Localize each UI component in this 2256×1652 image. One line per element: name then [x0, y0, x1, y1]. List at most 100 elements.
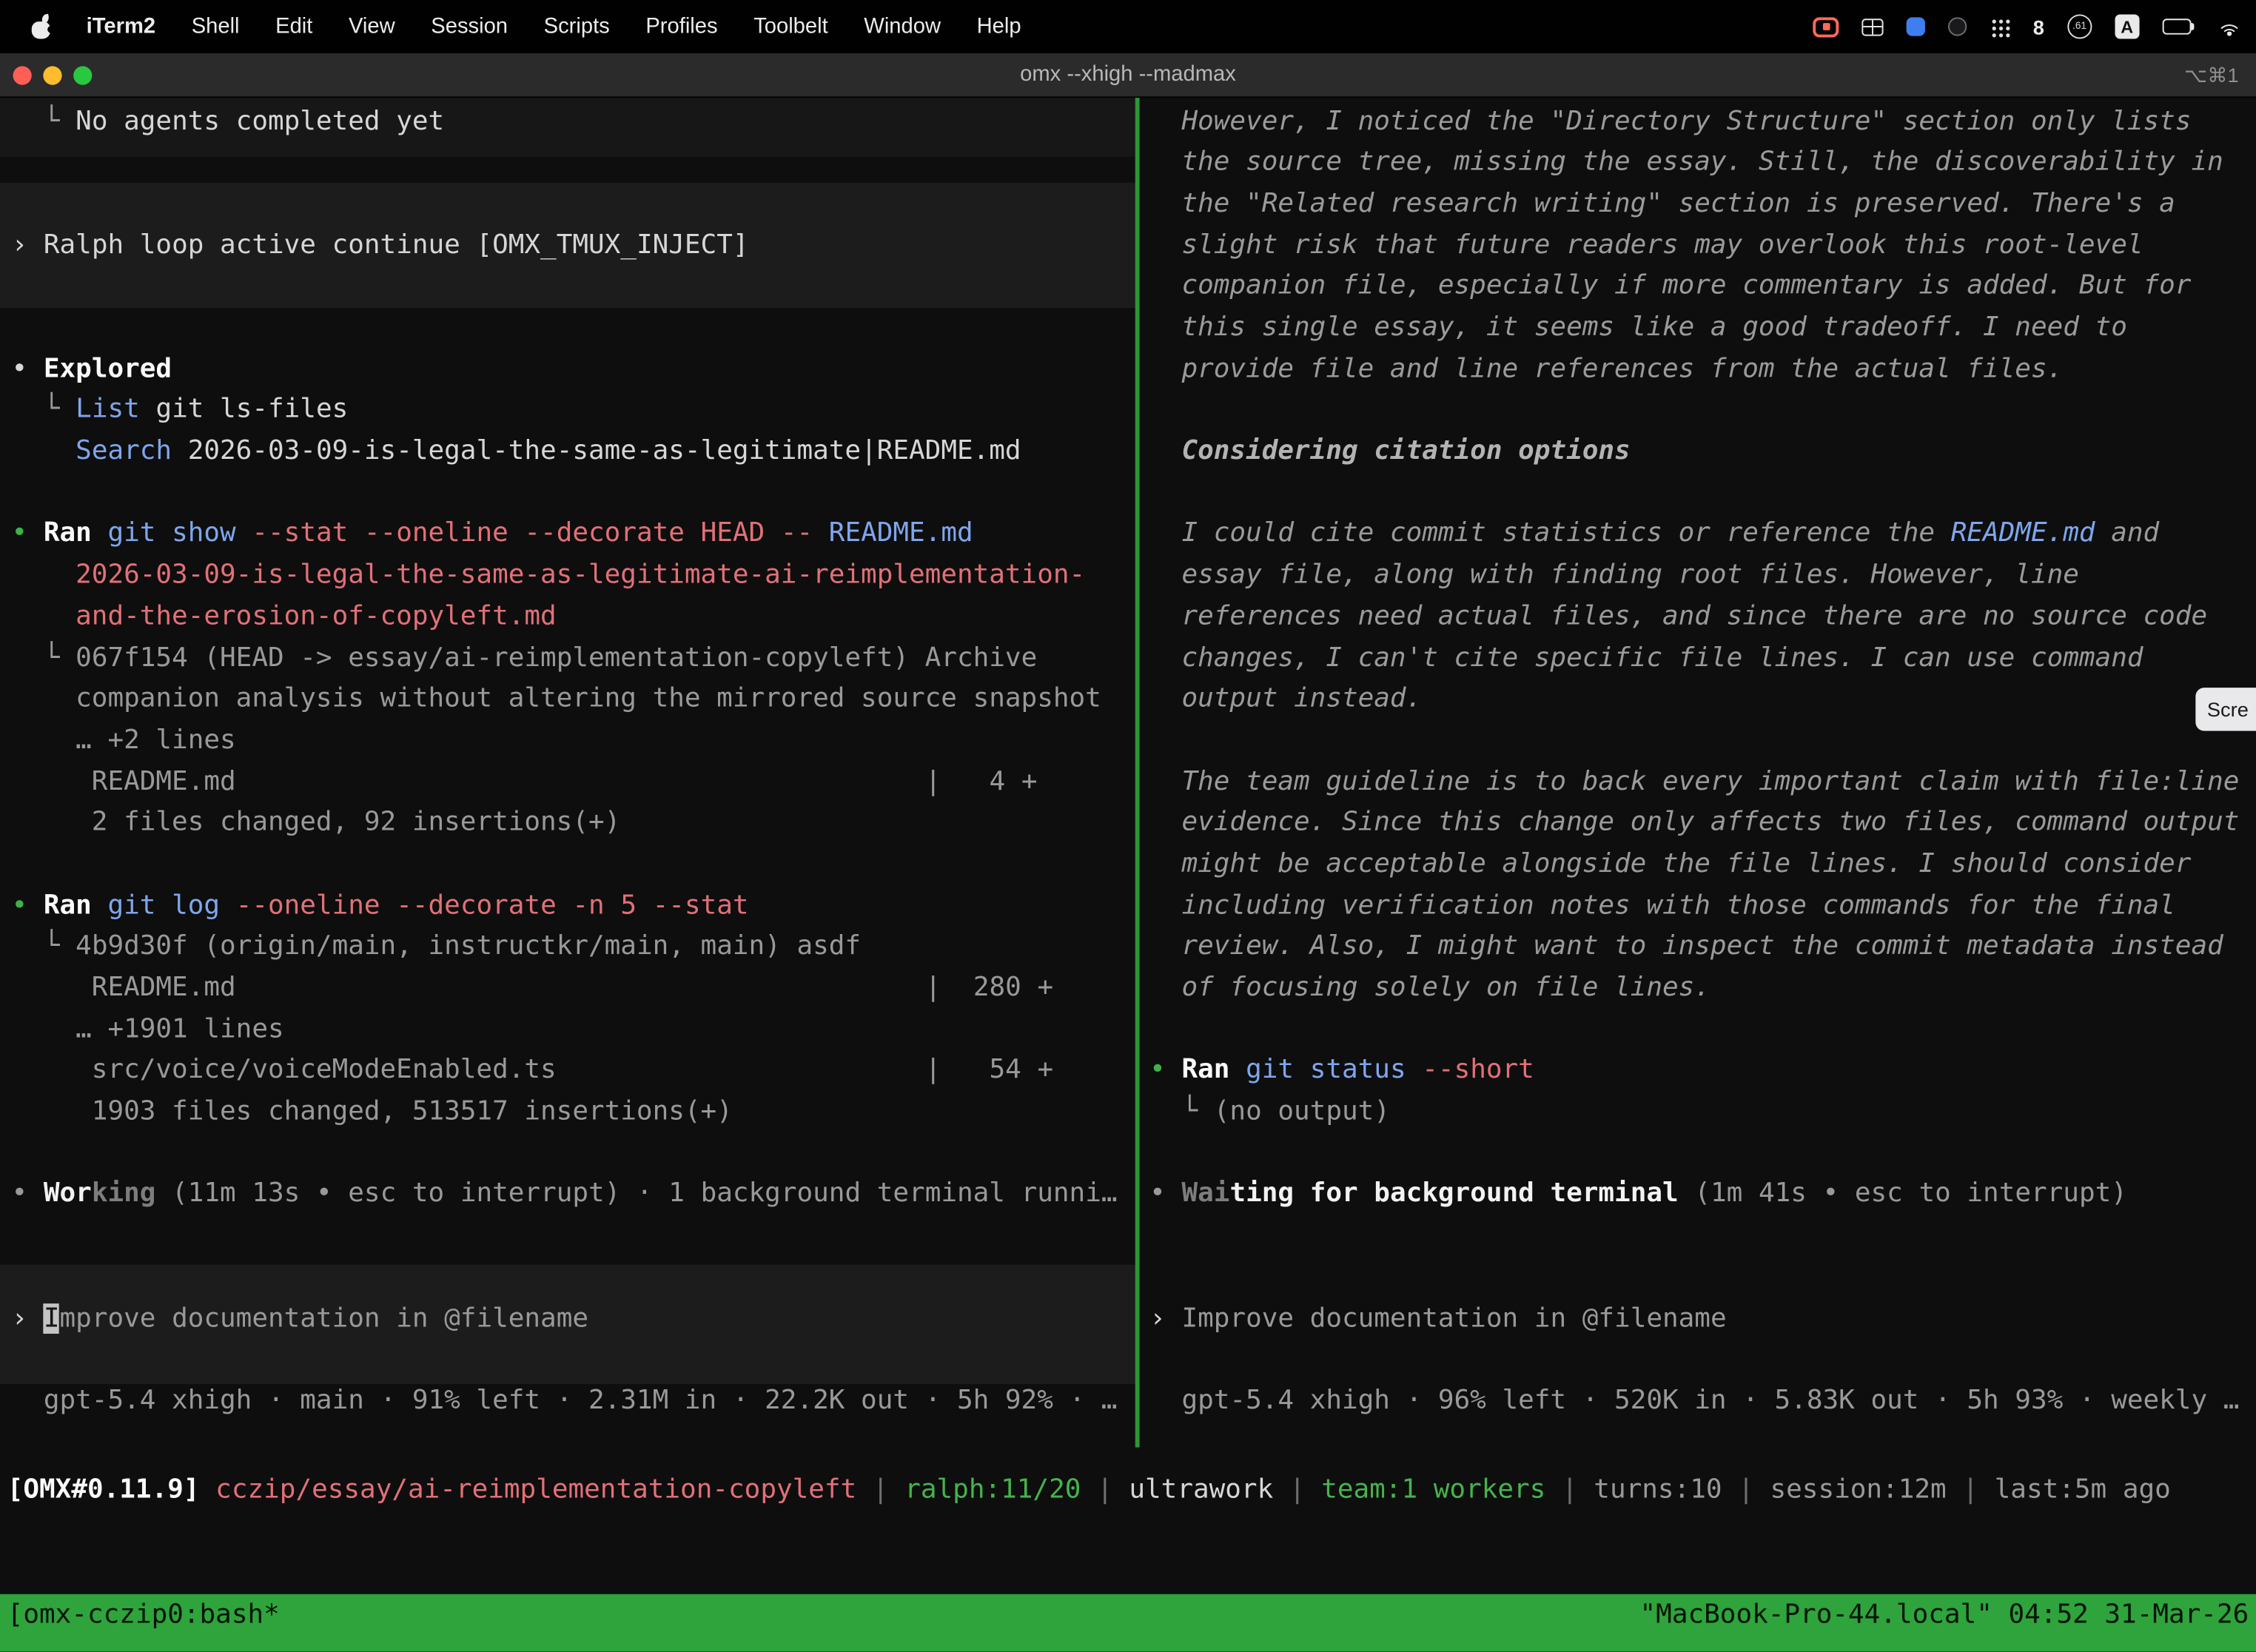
menu-item-window[interactable]: Window	[864, 14, 941, 38]
dark-app-icon[interactable]	[1948, 17, 1967, 36]
menu-item-scripts[interactable]: Scripts	[544, 14, 610, 38]
prompt-chevron: ›	[12, 1303, 44, 1333]
separator: |	[1273, 1474, 1321, 1505]
text-seg: output instead.	[1149, 684, 1422, 714]
term-line: including verification notes with those …	[1149, 886, 2256, 927]
term-line	[12, 1258, 1135, 1299]
prompt-placeholder: mprove documentation in @filename	[60, 1303, 588, 1333]
menu-item-profiles[interactable]: Profiles	[645, 14, 717, 38]
text-seg: and-the-erosion-of-copyleft.md	[12, 601, 557, 631]
text-seg: companion file, especially if more comme…	[1149, 271, 2191, 301]
tmux-host-clock: "MacBook-Pro-44.local" 04:52 31-Mar-26	[1640, 1594, 2249, 1637]
text-seg: --stat --oneline --decorate HEAD --	[252, 519, 813, 549]
term-line: might be acceptable alongside the file l…	[1149, 845, 2256, 886]
term-line: the source tree, missing the essay. Stil…	[1149, 143, 2256, 184]
text-seg: git log	[107, 890, 220, 921]
term-line	[12, 1340, 1135, 1381]
text-seg	[236, 519, 252, 549]
text-seg: The team guideline is to back every impo…	[1149, 766, 2239, 796]
zoom-button[interactable]	[73, 66, 92, 84]
right-pane-lines: However, I noticed the "Directory Struct…	[1140, 101, 2256, 1422]
omx-version: [OMX#0.11.9]	[7, 1474, 215, 1505]
term-line	[1149, 391, 2256, 432]
text-seg: git show	[107, 519, 235, 549]
term-line: companion analysis without altering the …	[12, 679, 1135, 721]
text-seg: 2026-03-09-is-legal-the-same-as-legitima…	[172, 436, 1021, 466]
battery-icon[interactable]	[2162, 19, 2194, 34]
dots-grid-icon[interactable]	[1990, 16, 2010, 36]
screen-recording-indicator-icon[interactable]	[1813, 16, 1839, 36]
text-seg: … +1901 lines	[12, 1014, 284, 1044]
text-seg: 4b9d30f (origin/main, instructkr/main, m…	[75, 931, 861, 961]
thinking-heading: Considering citation options	[1149, 432, 2256, 473]
text-seg: … +2 lines	[12, 725, 236, 756]
window-title: omx --xhigh --madmax	[0, 53, 2256, 96]
close-button[interactable]	[13, 66, 31, 84]
tree-branch-icon: └	[12, 106, 76, 136]
right-terminal-pane[interactable]: However, I noticed the "Directory Struct…	[1140, 98, 2256, 1447]
window-shortcut-label: ⌥⌘1	[2184, 53, 2239, 96]
text-seg: Ran	[1181, 1055, 1229, 1086]
prompt-placeholder: Improve documentation in @filename	[1181, 1303, 1726, 1333]
text-seg: Explored	[44, 354, 172, 384]
term-line: └ No agents completed yet	[12, 101, 1135, 143]
text-seg	[92, 890, 108, 921]
text-seg	[92, 519, 108, 549]
text-seg: might be acceptable alongside the file l…	[1149, 849, 2191, 879]
omx-status-line: [OMX#0.11.9] cczip/essay/ai-reimplementa…	[7, 1470, 2256, 1511]
bullet-icon: •	[12, 1179, 44, 1209]
menu-item-edit[interactable]: Edit	[275, 14, 312, 38]
term-line: └ 4b9d30f (origin/main, instructkr/main,…	[12, 927, 1135, 969]
term-line: 2026-03-09-is-legal-the-same-as-legitima…	[12, 556, 1135, 597]
text-seg	[813, 519, 829, 549]
prompt-line[interactable]: › Improve documentation in @filename	[1149, 1298, 2256, 1340]
battery-percent-badge-icon[interactable]: .61	[2067, 14, 2092, 38]
prompt-chevron: ›	[12, 229, 44, 260]
menu-item-iterm2[interactable]: iTerm2	[87, 14, 155, 38]
window-title-bar[interactable]: omx --xhigh --madmax ⌥⌘1	[0, 53, 2256, 98]
minimize-button[interactable]	[43, 66, 61, 84]
apple-menu-icon[interactable]	[30, 14, 50, 38]
term-line: and-the-erosion-of-copyleft.md	[12, 597, 1135, 638]
text-seg: companion analysis without altering the …	[12, 684, 1101, 714]
text-seg: src/voice/voiceModeEnabled.ts	[12, 1055, 557, 1086]
text-seg: README.md	[12, 766, 236, 796]
text-seg: the source tree, missing the essay. Stil…	[1149, 147, 2223, 178]
left-pane-lines: └ No agents completed yet › Ralph loop a…	[0, 101, 1135, 1422]
term-line: • Ran git status --short	[1149, 1051, 2256, 1092]
menu-item-session[interactable]: Session	[431, 14, 508, 38]
text-seg: ting for background terminal	[1229, 1179, 1678, 1209]
menu-bar-left: iTerm2 Shell Edit View Session Scripts P…	[0, 14, 1021, 38]
prompt-line[interactable]: › Improve documentation in @filename	[12, 1298, 1135, 1340]
text-seg: Search	[75, 436, 172, 466]
menu-item-shell[interactable]: Shell	[192, 14, 240, 38]
screen-pill[interactable]: Scre	[2195, 688, 2256, 731]
menu-item-toolbelt[interactable]: Toolbelt	[753, 14, 828, 38]
tmux-status-bar: [omx-cczip0:bash* "MacBook-Pro-44.local"…	[0, 1594, 2256, 1652]
term-line: references need actual files, and since …	[1149, 597, 2256, 638]
session-label: session:12m	[1770, 1474, 1946, 1505]
left-terminal-pane[interactable]: └ No agents completed yet › Ralph loop a…	[0, 98, 1135, 1447]
term-line: • Ran git log --oneline --decorate -n 5 …	[12, 886, 1135, 927]
menu-item-view[interactable]: View	[349, 14, 395, 38]
wifi-icon[interactable]	[2218, 17, 2242, 36]
text-seg: (1m 41s • esc to interrupt)	[1679, 1179, 2127, 1209]
text-seg: review. Also, I might want to inspect th…	[1149, 931, 2223, 961]
figure-eight-icon[interactable]: 8	[2033, 15, 2044, 38]
menu-item-help[interactable]: Help	[977, 14, 1021, 38]
text-seg: essay file, along with finding root file…	[1149, 560, 2079, 590]
bullet-icon: •	[12, 354, 44, 384]
screen: iTerm2 Shell Edit View Session Scripts P…	[0, 0, 2256, 1652]
separator: |	[1722, 1474, 1770, 1505]
text-cursor: I	[44, 1303, 60, 1333]
blue-app-icon[interactable]	[1907, 17, 1925, 36]
apple-bite-icon	[47, 26, 54, 33]
text-seg: Ralph loop active continue [OMX_TMUX_INJ…	[44, 229, 749, 260]
text-seg: Ran	[44, 519, 92, 549]
window-grid-icon[interactable]	[1861, 18, 1883, 35]
term-line	[1149, 721, 2256, 762]
text-seg: and	[2095, 519, 2160, 549]
input-source-icon[interactable]: A	[2115, 14, 2139, 38]
tree-branch-icon: └	[12, 394, 76, 425]
text-seg: 067f154 (HEAD -> essay/ai-reimplementati…	[75, 642, 1037, 673]
